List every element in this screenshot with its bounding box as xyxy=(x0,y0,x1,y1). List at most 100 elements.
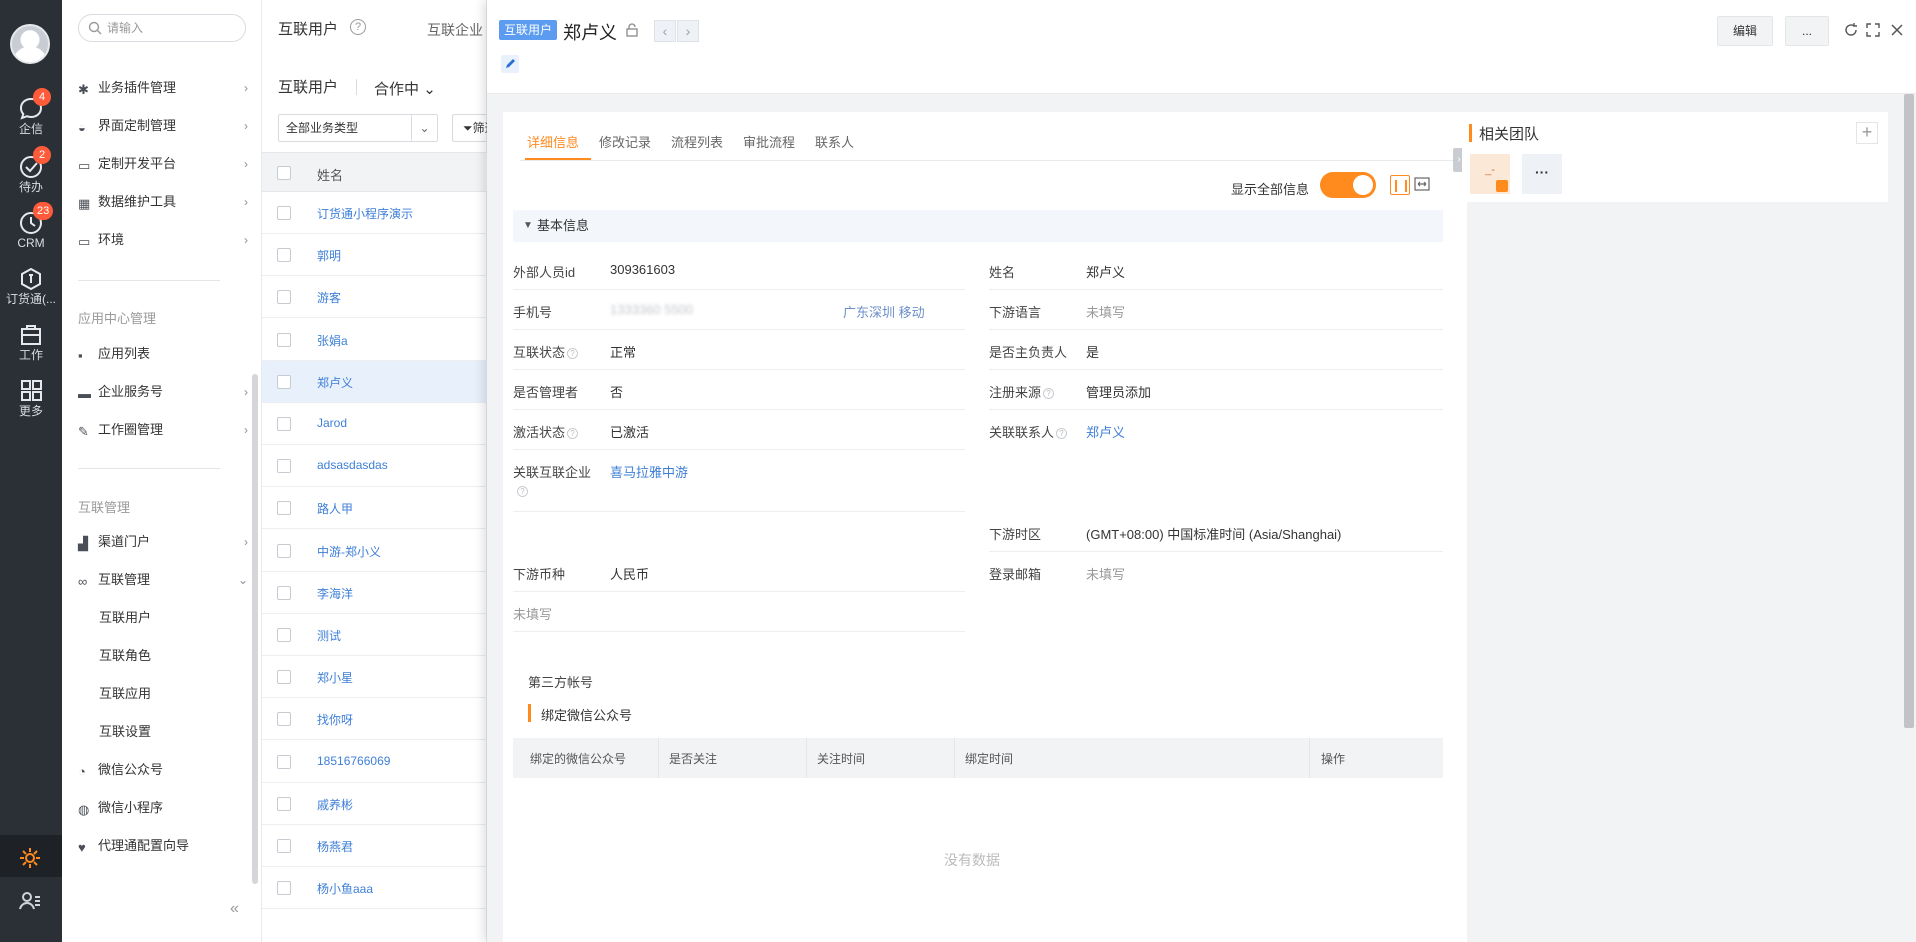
rail-item-more[interactable]: 更多 xyxy=(0,374,62,426)
status-dropdown[interactable]: 合作中 ⌄ xyxy=(374,78,436,99)
menu-item-interconnect-manage[interactable]: ∞ 互联管理 ⌄ xyxy=(78,568,248,592)
help-icon[interactable]: ? xyxy=(567,348,579,359)
avatar[interactable] xyxy=(10,24,50,64)
fullscreen-icon[interactable] xyxy=(1865,22,1881,38)
rail-item-qixin[interactable]: 4 企信 xyxy=(0,88,62,144)
row-checkbox[interactable] xyxy=(277,248,291,262)
table-row[interactable]: 张娟a xyxy=(262,319,487,361)
tab-process-list[interactable]: 流程列表 xyxy=(671,132,723,151)
menu-item-workcircle[interactable]: ✎ 工作圈管理 › xyxy=(78,418,248,442)
menu-item-dev-platform[interactable]: ▭ 定制开发平台 › xyxy=(78,152,248,176)
row-checkbox[interactable] xyxy=(277,712,291,726)
table-row[interactable]: Jarod xyxy=(262,403,487,445)
row-checkbox[interactable] xyxy=(277,459,291,473)
tab-contacts[interactable]: 联系人 xyxy=(815,132,854,151)
edit-button[interactable]: 编辑 xyxy=(1717,16,1773,46)
row-checkbox[interactable] xyxy=(277,544,291,558)
row-checkbox[interactable] xyxy=(277,501,291,515)
table-row[interactable]: 杨小鱼aaa xyxy=(262,867,487,909)
tab-change-log[interactable]: 修改记录 xyxy=(599,132,651,151)
rail-item-todo[interactable]: 2 待办 xyxy=(0,146,62,202)
row-checkbox[interactable] xyxy=(277,290,291,304)
row-checkbox[interactable] xyxy=(277,206,291,220)
lock-icon[interactable] xyxy=(624,22,640,38)
menu-item-channel-portal[interactable]: ▟ 渠道门户 › xyxy=(78,530,248,554)
business-type-select[interactable]: 全部业务类型 ⌄ xyxy=(278,114,438,142)
help-icon[interactable]: ? xyxy=(350,19,366,35)
table-row[interactable]: 郭明 xyxy=(262,234,487,276)
row-name-link[interactable]: 测试 xyxy=(317,627,341,644)
breadcrumb-enterprises[interactable]: 互联企业 xyxy=(427,20,483,40)
team-member-avatar[interactable]: _- xyxy=(1470,154,1510,194)
table-row[interactable]: 路人甲 xyxy=(262,487,487,529)
table-row[interactable]: 找你呀 xyxy=(262,698,487,740)
filter-button[interactable]: ⏷筛选 xyxy=(452,114,492,142)
row-checkbox[interactable] xyxy=(277,375,291,389)
help-icon[interactable]: ? xyxy=(1056,428,1068,439)
menu-item-wechat-miniprogram[interactable]: ◍ 微信小程序 xyxy=(78,796,248,820)
row-name-link[interactable]: Jarod xyxy=(317,416,347,430)
menu-scrollbar[interactable] xyxy=(252,374,258,884)
table-row[interactable]: 李海洋 xyxy=(262,572,487,614)
menu-sub-interconnect-settings[interactable]: 互联设置 xyxy=(99,720,269,744)
section-basic-info[interactable]: ▼ 基本信息 xyxy=(513,210,1443,242)
refresh-icon[interactable] xyxy=(1843,22,1859,38)
row-checkbox[interactable] xyxy=(277,839,291,853)
table-row[interactable]: 郑小星 xyxy=(262,656,487,698)
row-name-link[interactable]: 戚养彬 xyxy=(317,796,353,813)
pen-icon[interactable] xyxy=(501,55,519,73)
table-row[interactable]: 测试 xyxy=(262,614,487,656)
table-row[interactable]: 戚养彬 xyxy=(262,783,487,825)
row-checkbox[interactable] xyxy=(277,670,291,684)
table-row[interactable]: 18516766069 xyxy=(262,741,487,783)
tab-approval[interactable]: 审批流程 xyxy=(743,132,795,151)
row-checkbox[interactable] xyxy=(277,797,291,811)
row-checkbox[interactable] xyxy=(277,333,291,347)
help-icon[interactable]: ? xyxy=(567,428,579,439)
row-checkbox[interactable] xyxy=(277,628,291,642)
rail-item-order[interactable]: 订货通(... xyxy=(0,262,62,314)
table-row[interactable]: 游客 xyxy=(262,276,487,318)
row-name-link[interactable]: 路人甲 xyxy=(317,500,353,517)
row-name-link[interactable]: 找你呀 xyxy=(317,711,353,728)
add-member-button[interactable]: + xyxy=(1856,122,1878,144)
row-checkbox[interactable] xyxy=(277,755,291,769)
row-name-link[interactable]: 游客 xyxy=(317,289,341,306)
menu-item-wechat-official[interactable]: ◔ 微信公众号 xyxy=(78,758,248,782)
user-settings-icon[interactable] xyxy=(17,888,43,914)
rail-item-crm[interactable]: 23 CRM xyxy=(0,202,62,258)
row-name-link[interactable]: 张娟a xyxy=(317,332,348,349)
table-row[interactable]: 郑卢义 xyxy=(262,361,487,403)
detail-scrollbar[interactable] xyxy=(1904,94,1914,728)
menu-sub-interconnect-users[interactable]: 互联用户 xyxy=(99,606,269,630)
expand-width-icon[interactable] xyxy=(1414,176,1430,192)
tab-details[interactable]: 详细信息 xyxy=(527,132,579,151)
next-record-button[interactable]: › xyxy=(677,20,699,42)
row-name-link[interactable]: 郭明 xyxy=(317,247,341,264)
search-input[interactable]: 请输入 xyxy=(78,14,246,42)
row-name-link[interactable]: 中游-郑小义 xyxy=(317,543,381,560)
menu-item-service-account[interactable]: ▬ 企业服务号 › xyxy=(78,380,248,404)
menu-item-app-list[interactable]: ▪ 应用列表 xyxy=(78,342,248,366)
row-name-link[interactable]: 18516766069 xyxy=(317,754,390,768)
help-icon[interactable]: ? xyxy=(517,486,528,497)
table-row[interactable]: 中游-郑小义 xyxy=(262,530,487,572)
menu-item-agent-wizard[interactable]: ♥ 代理通配置向导 xyxy=(78,834,248,858)
row-name-link[interactable]: 杨小鱼aaa xyxy=(317,880,373,897)
prev-record-button[interactable]: ‹ xyxy=(654,20,676,42)
close-icon[interactable] xyxy=(1889,22,1905,38)
show-all-toggle[interactable] xyxy=(1320,172,1376,198)
row-checkbox[interactable] xyxy=(277,417,291,431)
menu-item-env[interactable]: ▭ 环境 › xyxy=(78,228,248,252)
two-column-view-icon[interactable]: ❙❙ xyxy=(1390,175,1411,195)
menu-sub-interconnect-apps[interactable]: 互联应用 xyxy=(99,682,269,706)
linked-contact-link[interactable]: 郑卢义 xyxy=(1086,422,1125,441)
more-button[interactable]: ... xyxy=(1785,16,1829,46)
row-name-link[interactable]: 郑卢义 xyxy=(317,374,353,391)
breadcrumb-users[interactable]: 互联用户 xyxy=(278,18,338,39)
collapse-icon[interactable]: « xyxy=(230,900,239,918)
row-name-link[interactable]: 李海洋 xyxy=(317,585,353,602)
menu-sub-interconnect-roles[interactable]: 互联角色 xyxy=(99,644,269,668)
gear-icon[interactable] xyxy=(17,845,43,871)
help-icon[interactable]: ? xyxy=(1043,388,1055,399)
